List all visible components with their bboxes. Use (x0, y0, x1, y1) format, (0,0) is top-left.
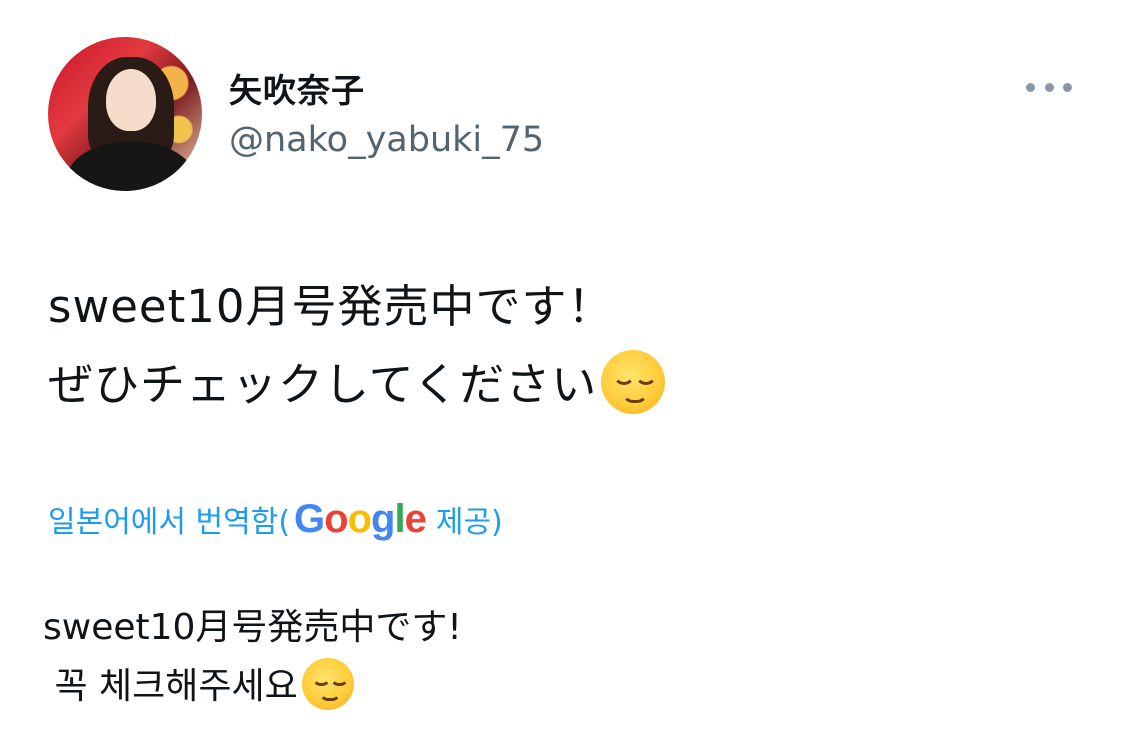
translation-attribution-link[interactable]: 일본어에서 번역함(Google 제공) (48, 494, 503, 544)
more-options-button[interactable] (1026, 78, 1072, 96)
relieved-face-emoji-icon (301, 658, 354, 710)
ellipsis-icon (1063, 82, 1072, 92)
tweet-text: sweet10月号発売中です！ ぜひチェックしてください (48, 268, 666, 424)
translated-line-2: 꼭 체크해주세요 (43, 666, 298, 707)
ellipsis-icon (1044, 82, 1054, 92)
avatar[interactable] (48, 37, 202, 191)
avatar-body (66, 141, 196, 191)
translation-suffix: 제공) (435, 505, 503, 540)
translated-line-1: sweet10月号発売中です! (43, 607, 462, 648)
display-name[interactable]: 矢吹奈子 (229, 64, 365, 112)
translation-prefix: 일본어에서 번역함( (48, 505, 291, 540)
google-logo: Google (294, 496, 427, 541)
translated-text: sweet10月号発売中です! 꼭 체크해주세요 (43, 598, 462, 716)
relieved-face-emoji-icon (601, 350, 666, 414)
avatar-face (106, 69, 156, 131)
tweet-line-1: sweet10月号発売中です！ (48, 280, 614, 333)
user-handle[interactable]: @nako_yabuki_75 (229, 120, 544, 160)
ellipsis-icon (1026, 82, 1035, 92)
tweet-line-2: ぜひチェックしてください (48, 358, 598, 411)
